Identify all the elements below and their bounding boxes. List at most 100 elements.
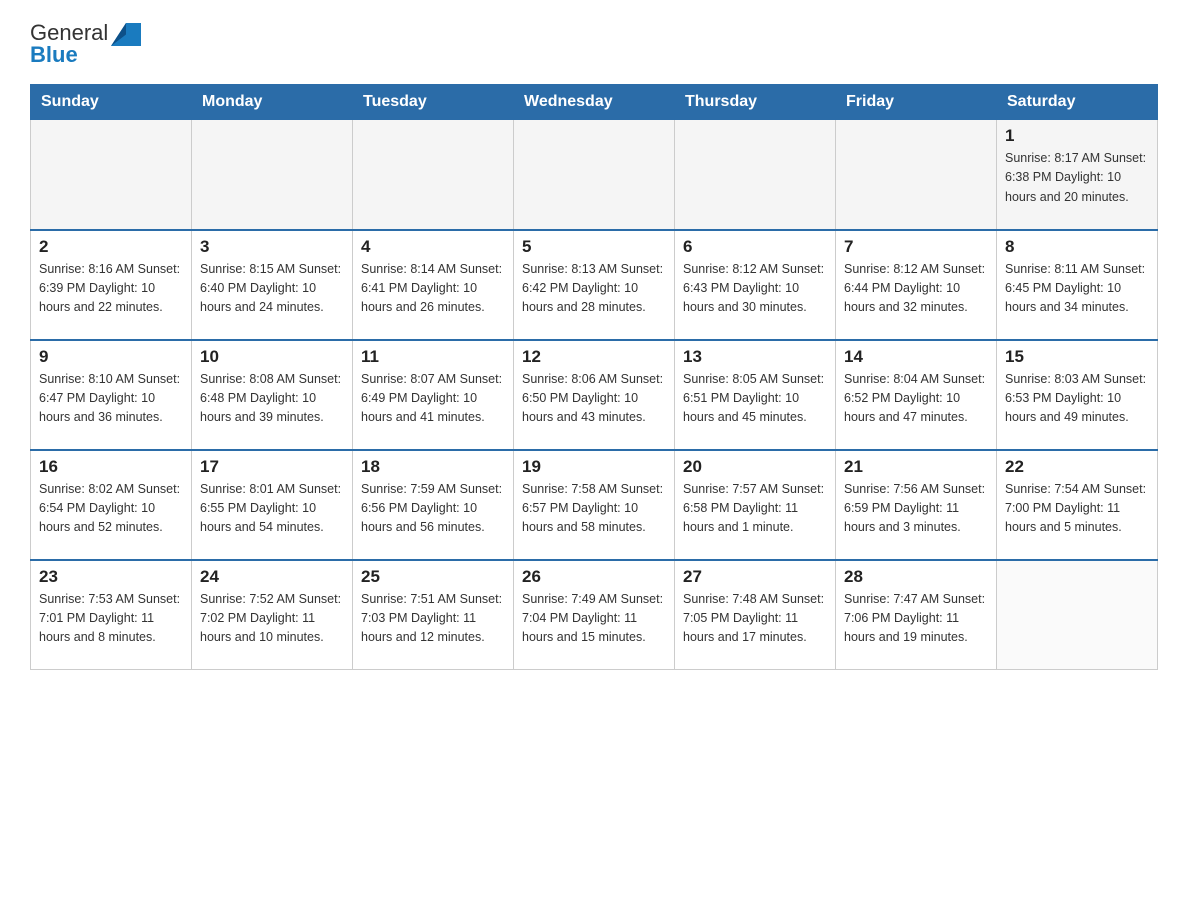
calendar-cell: 27 Sunrise: 7:48 AM Sunset: 7:05 PM Dayli… [675,560,836,670]
day-of-week-header: Friday [836,85,997,120]
day-number: 22 [1005,457,1149,477]
calendar-cell: 1 Sunrise: 8:17 AM Sunset: 6:38 PM Daylig… [997,120,1158,230]
day-info: Sunrise: 8:03 AM Sunset: 6:53 PM Dayligh… [1005,370,1149,428]
day-info: Sunrise: 7:58 AM Sunset: 6:57 PM Dayligh… [522,480,666,538]
day-of-week-header: Sunday [31,85,192,120]
day-number: 7 [844,237,988,257]
calendar-cell: 4 Sunrise: 8:14 AM Sunset: 6:41 PM Daylig… [353,230,514,340]
day-number: 16 [39,457,183,477]
calendar-cell [997,560,1158,670]
day-info: Sunrise: 7:51 AM Sunset: 7:03 PM Dayligh… [361,590,505,648]
day-number: 2 [39,237,183,257]
calendar-cell: 7 Sunrise: 8:12 AM Sunset: 6:44 PM Daylig… [836,230,997,340]
day-number: 21 [844,457,988,477]
day-number: 10 [200,347,344,367]
day-info: Sunrise: 7:52 AM Sunset: 7:02 PM Dayligh… [200,590,344,648]
day-info: Sunrise: 7:54 AM Sunset: 7:00 PM Dayligh… [1005,480,1149,538]
calendar-cell: 17 Sunrise: 8:01 AM Sunset: 6:55 PM Dayli… [192,450,353,560]
day-info: Sunrise: 7:59 AM Sunset: 6:56 PM Dayligh… [361,480,505,538]
day-info: Sunrise: 8:05 AM Sunset: 6:51 PM Dayligh… [683,370,827,428]
day-number: 12 [522,347,666,367]
calendar-cell: 12 Sunrise: 8:06 AM Sunset: 6:50 PM Dayli… [514,340,675,450]
day-info: Sunrise: 7:56 AM Sunset: 6:59 PM Dayligh… [844,480,988,538]
day-number: 18 [361,457,505,477]
day-number: 4 [361,237,505,257]
day-number: 1 [1005,126,1149,146]
calendar-week-row: 2 Sunrise: 8:16 AM Sunset: 6:39 PM Daylig… [31,230,1158,340]
calendar-cell: 9Sunrise: 8:10 AM Sunset: 6:47 PM Daylig… [31,340,192,450]
calendar-cell: 8 Sunrise: 8:11 AM Sunset: 6:45 PM Daylig… [997,230,1158,340]
calendar-week-row: 9Sunrise: 8:10 AM Sunset: 6:47 PM Daylig… [31,340,1158,450]
day-info: Sunrise: 8:01 AM Sunset: 6:55 PM Dayligh… [200,480,344,538]
day-info: Sunrise: 8:08 AM Sunset: 6:48 PM Dayligh… [200,370,344,428]
calendar-cell: 10 Sunrise: 8:08 AM Sunset: 6:48 PM Dayli… [192,340,353,450]
day-number: 3 [200,237,344,257]
calendar-cell [353,120,514,230]
calendar-cell: 18 Sunrise: 7:59 AM Sunset: 6:56 PM Dayli… [353,450,514,560]
calendar-cell: 2 Sunrise: 8:16 AM Sunset: 6:39 PM Daylig… [31,230,192,340]
day-number: 13 [683,347,827,367]
calendar-cell: 20 Sunrise: 7:57 AM Sunset: 6:58 PM Dayli… [675,450,836,560]
calendar-cell [675,120,836,230]
day-info: Sunrise: 7:57 AM Sunset: 6:58 PM Dayligh… [683,480,827,538]
calendar-cell: 16 Sunrise: 8:02 AM Sunset: 6:54 PM Dayli… [31,450,192,560]
day-info: Sunrise: 8:12 AM Sunset: 6:44 PM Dayligh… [844,260,988,318]
calendar-cell: 25 Sunrise: 7:51 AM Sunset: 7:03 PM Dayli… [353,560,514,670]
calendar-cell: 11 Sunrise: 8:07 AM Sunset: 6:49 PM Dayli… [353,340,514,450]
day-number: 14 [844,347,988,367]
calendar-cell: 6 Sunrise: 8:12 AM Sunset: 6:43 PM Daylig… [675,230,836,340]
day-number: 5 [522,237,666,257]
day-number: 19 [522,457,666,477]
calendar-cell: 24 Sunrise: 7:52 AM Sunset: 7:02 PM Dayli… [192,560,353,670]
day-number: 27 [683,567,827,587]
calendar-cell: 3 Sunrise: 8:15 AM Sunset: 6:40 PM Daylig… [192,230,353,340]
calendar-week-row: 16 Sunrise: 8:02 AM Sunset: 6:54 PM Dayli… [31,450,1158,560]
day-info: Sunrise: 7:47 AM Sunset: 7:06 PM Dayligh… [844,590,988,648]
day-number: 24 [200,567,344,587]
day-of-week-header: Thursday [675,85,836,120]
day-info: Sunrise: 8:04 AM Sunset: 6:52 PM Dayligh… [844,370,988,428]
calendar-week-row: 1 Sunrise: 8:17 AM Sunset: 6:38 PM Daylig… [31,120,1158,230]
day-info: Sunrise: 8:14 AM Sunset: 6:41 PM Dayligh… [361,260,505,318]
day-number: 28 [844,567,988,587]
calendar-cell: 15 Sunrise: 8:03 AM Sunset: 6:53 PM Dayli… [997,340,1158,450]
day-number: 17 [200,457,344,477]
day-number: 9 [39,347,183,367]
calendar-week-row: 23 Sunrise: 7:53 AM Sunset: 7:01 PM Dayli… [31,560,1158,670]
day-number: 15 [1005,347,1149,367]
day-info: Sunrise: 8:06 AM Sunset: 6:50 PM Dayligh… [522,370,666,428]
day-info: Sunrise: 7:53 AM Sunset: 7:01 PM Dayligh… [39,590,183,648]
day-number: 6 [683,237,827,257]
day-number: 26 [522,567,666,587]
day-info: Sunrise: 8:15 AM Sunset: 6:40 PM Dayligh… [200,260,344,318]
calendar-cell: 21 Sunrise: 7:56 AM Sunset: 6:59 PM Dayli… [836,450,997,560]
calendar-cell [514,120,675,230]
day-of-week-header: Saturday [997,85,1158,120]
day-number: 11 [361,347,505,367]
day-info: Sunrise: 8:17 AM Sunset: 6:38 PM Dayligh… [1005,149,1149,207]
page-header: General Blue [30,20,1158,68]
day-of-week-header: Monday [192,85,353,120]
logo: General Blue [30,20,141,68]
calendar-cell: 13 Sunrise: 8:05 AM Sunset: 6:51 PM Dayli… [675,340,836,450]
day-info: Sunrise: 8:11 AM Sunset: 6:45 PM Dayligh… [1005,260,1149,318]
day-of-week-header: Wednesday [514,85,675,120]
day-number: 23 [39,567,183,587]
day-info: Sunrise: 8:16 AM Sunset: 6:39 PM Dayligh… [39,260,183,318]
calendar-cell: 19 Sunrise: 7:58 AM Sunset: 6:57 PM Dayli… [514,450,675,560]
calendar-cell: 26Sunrise: 7:49 AM Sunset: 7:04 PM Dayli… [514,560,675,670]
day-number: 25 [361,567,505,587]
day-info: Sunrise: 7:48 AM Sunset: 7:05 PM Dayligh… [683,590,827,648]
day-number: 20 [683,457,827,477]
calendar-cell: 5 Sunrise: 8:13 AM Sunset: 6:42 PM Daylig… [514,230,675,340]
day-number: 8 [1005,237,1149,257]
day-info: Sunrise: 8:12 AM Sunset: 6:43 PM Dayligh… [683,260,827,318]
calendar-table: SundayMondayTuesdayWednesdayThursdayFrid… [30,84,1158,670]
calendar-cell: 14 Sunrise: 8:04 AM Sunset: 6:52 PM Dayli… [836,340,997,450]
calendar-header-row: SundayMondayTuesdayWednesdayThursdayFrid… [31,85,1158,120]
day-info: Sunrise: 8:07 AM Sunset: 6:49 PM Dayligh… [361,370,505,428]
calendar-cell [192,120,353,230]
day-info: Sunrise: 8:02 AM Sunset: 6:54 PM Dayligh… [39,480,183,538]
day-info: Sunrise: 8:13 AM Sunset: 6:42 PM Dayligh… [522,260,666,318]
calendar-cell: 28 Sunrise: 7:47 AM Sunset: 7:06 PM Dayli… [836,560,997,670]
